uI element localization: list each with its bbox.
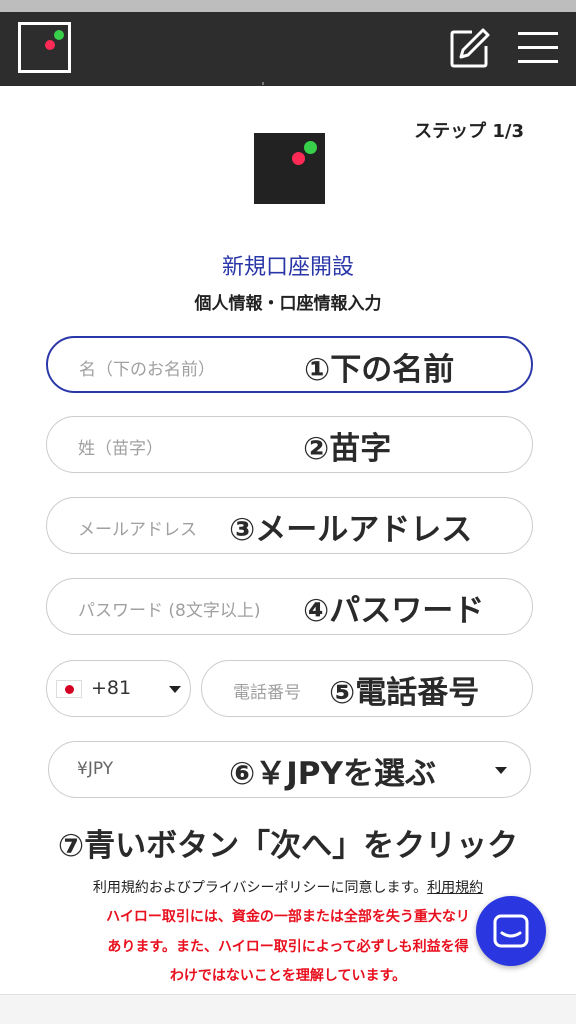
country-code-select[interactable]: +81 xyxy=(46,660,191,717)
first-name-placeholder: 名（下のお名前） xyxy=(79,360,215,380)
page-subtitle: 個人情報・口座情報入力 xyxy=(194,294,382,314)
brand-red-dot xyxy=(292,152,305,165)
password-annotation: ④パスワード xyxy=(303,593,485,629)
currency-annotation: ⑥￥JPYを選ぶ xyxy=(229,756,436,792)
logo-green-dot xyxy=(54,30,64,40)
currency-select[interactable]: ¥JPY ⑥￥JPYを選ぶ xyxy=(48,741,531,798)
country-code-value: +81 xyxy=(91,677,132,699)
chat-icon xyxy=(493,914,529,948)
email-placeholder: メールアドレス xyxy=(78,520,197,540)
brand-logo xyxy=(254,133,325,204)
japan-flag-icon xyxy=(56,680,82,698)
edit-icon[interactable] xyxy=(448,26,492,70)
chevron-down-icon xyxy=(169,686,181,693)
page-title: 新規口座開設 xyxy=(221,255,354,280)
status-strip xyxy=(0,0,576,12)
password-placeholder: パスワード (8文字以上) xyxy=(78,601,261,621)
first-name-field[interactable]: 名（下のお名前） ①下の名前 xyxy=(46,336,533,393)
phone-placeholder: 電話番号 xyxy=(233,683,301,703)
phone-field[interactable]: 電話番号 ⑤電話番号 xyxy=(201,660,533,717)
browser-toolbar xyxy=(0,994,576,1024)
email-field[interactable]: メールアドレス ③メールアドレス xyxy=(46,497,533,554)
currency-value: ¥JPY xyxy=(77,759,114,779)
last-name-field[interactable]: 姓（苗字） ②苗字 xyxy=(46,416,533,473)
header-dot xyxy=(262,82,264,85)
last-name-placeholder: 姓（苗字） xyxy=(78,439,163,459)
first-name-annotation: ①下の名前 xyxy=(304,352,455,388)
app-logo[interactable] xyxy=(18,22,71,73)
terms-link[interactable]: 利用規約 xyxy=(427,880,483,896)
password-field[interactable]: パスワード (8文字以上) ④パスワード xyxy=(46,578,533,635)
phone-annotation: ⑤電話番号 xyxy=(329,675,480,711)
last-name-annotation: ②苗字 xyxy=(303,431,392,467)
chat-button[interactable] xyxy=(476,896,546,966)
terms-text: 利用規約およびプライバシーポリシーに同意します。利用規約 xyxy=(0,877,576,897)
next-instruction: ⑦青いボタン「次へ」をクリック xyxy=(57,828,519,864)
risk-warning-line-3: わけではないことを理解しています。 xyxy=(169,968,407,984)
logo-red-dot xyxy=(45,40,55,50)
terms-label: 利用規約およびプライバシーポリシーに同意します。 xyxy=(92,880,428,896)
hamburger-menu-icon[interactable] xyxy=(518,32,558,64)
email-annotation: ③メールアドレス xyxy=(229,512,473,548)
app-header xyxy=(0,12,576,86)
chevron-down-icon xyxy=(495,767,507,774)
step-indicator: ステップ 1/3 xyxy=(414,121,524,142)
brand-green-dot xyxy=(304,141,317,154)
